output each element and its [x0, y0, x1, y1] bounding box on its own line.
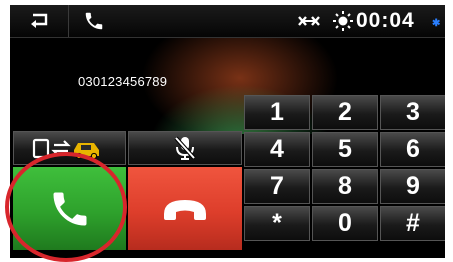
clock-time: 00:04: [356, 9, 415, 32]
key-0[interactable]: 0: [312, 206, 378, 241]
mute-mic-button[interactable]: [128, 131, 242, 165]
key-8[interactable]: 8: [312, 169, 378, 204]
phone-menu-button[interactable]: [69, 5, 119, 37]
phone-link-icon: [298, 16, 320, 26]
annotation-circle: [5, 152, 127, 262]
key-9[interactable]: 9: [380, 169, 445, 204]
back-arrow-icon: [31, 13, 48, 28]
back-button[interactable]: [10, 5, 69, 37]
brightness-sun-icon: [333, 11, 353, 31]
mic-mute-icon: [174, 136, 196, 160]
bluetooth-icon: ✱: [432, 18, 441, 29]
top-bar: 00:04 ✱: [10, 5, 445, 38]
key-7[interactable]: 7: [244, 169, 310, 204]
dialed-number: 030123456789: [78, 74, 168, 89]
key-3[interactable]: 3: [380, 95, 445, 130]
end-call-button[interactable]: [128, 167, 242, 250]
key-star[interactable]: *: [244, 206, 310, 241]
key-hash[interactable]: #: [380, 206, 445, 241]
call-end-icon: [164, 199, 206, 220]
key-6[interactable]: 6: [380, 132, 445, 167]
dial-keypad: 1 2 3 4 5 6 7 8 9 * 0 #: [244, 95, 445, 241]
key-2[interactable]: 2: [312, 95, 378, 130]
key-1[interactable]: 1: [244, 95, 310, 130]
key-4[interactable]: 4: [244, 132, 310, 167]
phone-icon: [85, 12, 103, 30]
key-5[interactable]: 5: [312, 132, 378, 167]
